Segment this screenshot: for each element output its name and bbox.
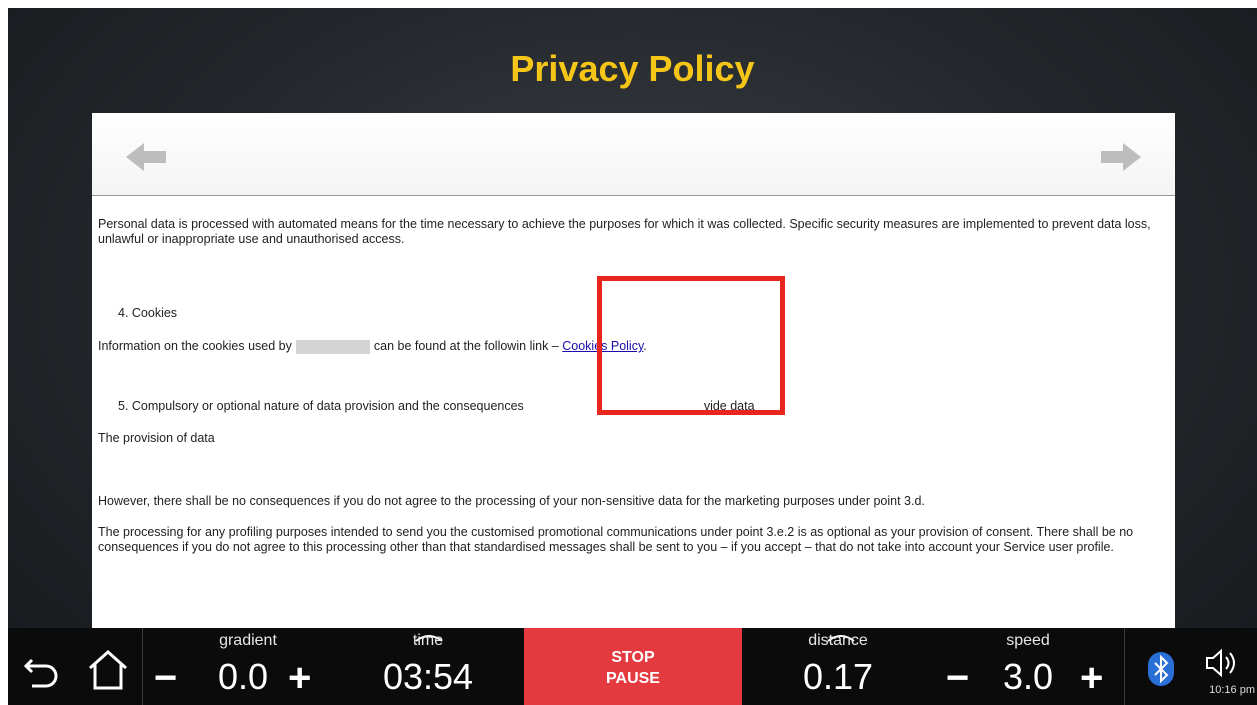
time-control: time 03:54 xyxy=(338,628,518,705)
distance-value: 0.17 xyxy=(802,656,874,697)
distance-label: distance xyxy=(808,632,868,649)
page-title: Privacy Policy xyxy=(510,48,755,89)
arrow-left-icon[interactable] xyxy=(124,139,168,175)
section-heading-a: 5. Compulsory or optional nature of data… xyxy=(118,399,524,413)
provision-line: The provision of data xyxy=(98,431,215,445)
cookies-mid: can be found at the followin xyxy=(373,339,527,353)
paragraph-data-processing: Personal data is processed with automate… xyxy=(98,217,1151,246)
gradient-label: gradient xyxy=(219,632,277,649)
redacted-block xyxy=(295,339,370,354)
separator xyxy=(142,628,143,705)
separator xyxy=(1124,628,1125,705)
screen: Privacy Policy Personal data is processe… xyxy=(8,8,1257,705)
speed-control: speed − 3.0 + xyxy=(938,628,1118,705)
page-nav-bar xyxy=(92,113,1175,196)
bluetooth-icon[interactable] xyxy=(1148,652,1174,686)
speed-plus-button[interactable]: + xyxy=(1080,658,1103,698)
cookies-mid2: link – xyxy=(529,339,559,353)
cookies-prefix: Information on the cookies used by xyxy=(98,339,292,353)
clock: 10:16 pm xyxy=(1209,684,1255,696)
time-value: 03:54 xyxy=(382,656,474,697)
home-icon[interactable] xyxy=(86,648,130,692)
paragraph-profiling: The processing for any profiling purpose… xyxy=(98,525,1134,554)
speed-label: speed xyxy=(1006,632,1050,649)
pause-label: PAUSE xyxy=(606,670,660,687)
stop-label: STOP xyxy=(611,649,655,666)
highlight-box xyxy=(597,276,785,415)
distance-control: distance 0.17 xyxy=(748,628,928,705)
arrow-right-icon[interactable] xyxy=(1099,139,1143,175)
volume-icon[interactable] xyxy=(1204,648,1240,678)
back-icon[interactable] xyxy=(22,650,62,690)
time-label: time xyxy=(412,632,444,649)
paragraph-no-consequences: However, there shall be no consequences … xyxy=(98,494,925,508)
gradient-plus-button[interactable]: + xyxy=(288,658,311,698)
section-heading-cookies: 4. Cookies xyxy=(118,306,178,320)
cookies-info-line: Information on the cookies used by can be… xyxy=(98,339,647,354)
stop-pause-button[interactable]: STOP PAUSE xyxy=(524,628,742,705)
gradient-control: gradient − 0.0 + xyxy=(148,628,338,705)
bottom-bar: gradient − 0.0 + time 03:54 STOP PAUSE d… xyxy=(8,628,1257,705)
